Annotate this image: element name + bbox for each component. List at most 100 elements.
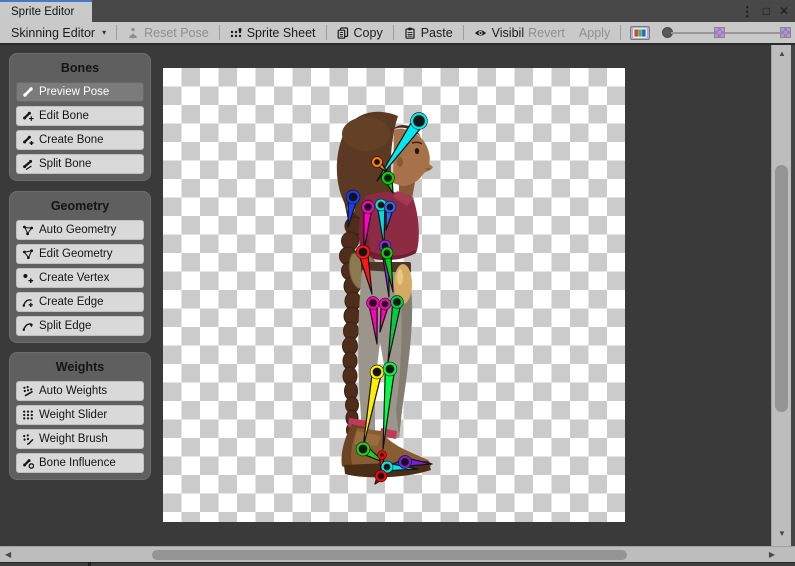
- scroll-right-icon[interactable]: ▶: [769, 550, 775, 559]
- edit-geometry-button[interactable]: Edit Geometry: [16, 244, 144, 264]
- sprite-editor-tab[interactable]: Sprite Editor: [0, 0, 92, 22]
- color-swatch-button[interactable]: [630, 26, 650, 40]
- titlebar: Sprite Editor ⋮ □ ✕: [0, 0, 795, 22]
- bone-joint[interactable]: [372, 367, 383, 378]
- create-vertex-button[interactable]: Create Vertex: [16, 268, 144, 288]
- reset-pose-button[interactable]: Reset Pose: [120, 22, 216, 43]
- bone-joint[interactable]: [400, 457, 410, 467]
- revert-button[interactable]: Revert: [524, 22, 572, 43]
- create-vertex-icon: [22, 272, 34, 284]
- panel-title: Bones: [16, 61, 144, 75]
- edit-bone-icon: [22, 110, 34, 122]
- scroll-left-icon[interactable]: ◀: [5, 550, 11, 559]
- toolbar-separator: [620, 25, 621, 40]
- button-label: Bone Influence: [39, 457, 116, 469]
- horizontal-scrollbar[interactable]: ◀ ▶: [0, 546, 795, 562]
- weight-brush-button[interactable]: Weight Brush: [16, 429, 144, 449]
- button-label: Auto Weights: [39, 385, 107, 397]
- auto-weights-icon: [22, 385, 34, 397]
- visibility-opacity-slider[interactable]: [662, 22, 792, 43]
- bone-joint[interactable]: [358, 444, 369, 455]
- auto-geometry-button[interactable]: Auto Geometry: [16, 220, 144, 240]
- bone-joint[interactable]: [368, 298, 378, 308]
- auto-weights-button[interactable]: Auto Weights: [16, 381, 144, 401]
- horizontal-scrollbar-thumb[interactable]: [152, 550, 627, 560]
- scroll-down-icon[interactable]: ▼: [772, 529, 792, 538]
- bone-joint[interactable]: [373, 158, 381, 166]
- apply-label: Apply: [579, 26, 610, 40]
- panel-title: Geometry: [16, 199, 144, 213]
- create-edge-icon: [22, 296, 34, 308]
- toolbar-separator: [116, 25, 117, 40]
- button-label: Create Edge: [39, 296, 104, 308]
- create-edge-button[interactable]: Create Edge: [16, 292, 144, 312]
- panel-bones: Bones Preview Pose Edit Bone Create Bone Spl…: [9, 53, 151, 181]
- paste-button[interactable]: Paste: [397, 22, 460, 43]
- bone-joint[interactable]: [385, 364, 396, 375]
- bone-joint[interactable]: [383, 173, 393, 183]
- sprite-sheet-button[interactable]: Sprite Sheet: [223, 22, 323, 43]
- button-label: Split Edge: [39, 320, 91, 332]
- bone-joint[interactable]: [377, 472, 386, 481]
- button-label: Weight Slider: [39, 409, 107, 421]
- bone-joint[interactable]: [348, 192, 359, 203]
- weight-brush-icon: [22, 433, 34, 445]
- button-label: Edit Geometry: [39, 248, 113, 260]
- skinning-mode-label: Skinning Editor: [11, 26, 95, 40]
- split-bone-button[interactable]: Split Bone: [16, 154, 144, 174]
- weight-slider-icon: [22, 409, 34, 421]
- bone-joint[interactable]: [383, 463, 392, 472]
- create-bone-button[interactable]: Create Bone: [16, 130, 144, 150]
- create-bone-icon: [22, 134, 34, 146]
- slider-track[interactable]: [725, 32, 780, 34]
- edit-bone-button[interactable]: Edit Bone: [16, 106, 144, 126]
- close-icon[interactable]: ✕: [779, 5, 789, 17]
- bone-joint[interactable]: [386, 203, 395, 212]
- chevron-down-icon: ▾: [102, 28, 106, 37]
- vertical-scrollbar[interactable]: ▲ ▼: [771, 45, 791, 546]
- skinning-mode-dropdown[interactable]: Skinning Editor ▾: [4, 22, 113, 43]
- resize-notch: [88, 562, 91, 566]
- button-label: Edit Bone: [39, 110, 89, 122]
- toolbar-separator: [393, 25, 394, 40]
- bone-joint[interactable]: [412, 114, 426, 128]
- maximize-icon[interactable]: □: [763, 5, 770, 17]
- bone-influence-button[interactable]: Bone Influence: [16, 453, 144, 473]
- editor-content: Bones Preview Pose Edit Bone Create Bone Spl…: [0, 45, 771, 546]
- sprite-canvas[interactable]: [163, 68, 625, 522]
- copy-label: Copy: [354, 26, 383, 40]
- toolbar-separator: [326, 25, 327, 40]
- apply-button[interactable]: Apply: [572, 22, 617, 43]
- sprite-editor-window: Sprite Editor ⋮ □ ✕ Skinning Editor ▾ Re…: [0, 0, 795, 566]
- revert-label: Revert: [528, 26, 565, 40]
- toolbar-separator: [219, 25, 220, 40]
- bone-joint[interactable]: [358, 247, 369, 258]
- toolbar: Skinning Editor ▾ Reset Pose Sprite Shee…: [0, 22, 795, 45]
- bone-joint[interactable]: [383, 249, 392, 258]
- bone-joint[interactable]: [381, 300, 390, 309]
- sprite-sheet-label: Sprite Sheet: [247, 26, 316, 40]
- bone-joint[interactable]: [363, 202, 373, 212]
- sprite-opacity-swatch[interactable]: [780, 27, 791, 38]
- bone-joint[interactable]: [379, 452, 385, 458]
- bone-influence-icon: [22, 457, 34, 469]
- copy-button[interactable]: Copy: [330, 22, 390, 43]
- panel-geometry: Geometry Auto Geometry Edit Geometry Create…: [9, 191, 151, 343]
- split-edge-button[interactable]: Split Edge: [16, 316, 144, 336]
- weight-slider-button[interactable]: Weight Slider: [16, 405, 144, 425]
- vertical-scrollbar-thumb[interactable]: [775, 165, 788, 412]
- button-label: Create Vertex: [39, 272, 109, 284]
- bone-opacity-swatch[interactable]: [714, 27, 725, 38]
- button-label: Preview Pose: [39, 86, 109, 98]
- split-bone-icon: [22, 158, 34, 170]
- slider-track[interactable]: [671, 32, 715, 34]
- preview-pose-button[interactable]: Preview Pose: [16, 82, 144, 102]
- scroll-up-icon[interactable]: ▲: [772, 49, 792, 58]
- kebab-menu-icon[interactable]: ⋮: [741, 5, 754, 18]
- window-bottom-edge: [0, 562, 795, 566]
- visibility-button[interactable]: Visibil: [467, 22, 524, 43]
- bone-joint[interactable]: [392, 297, 402, 307]
- person-icon: [127, 27, 139, 39]
- paste-label: Paste: [421, 26, 453, 40]
- visibility-label: Visibil: [492, 26, 524, 40]
